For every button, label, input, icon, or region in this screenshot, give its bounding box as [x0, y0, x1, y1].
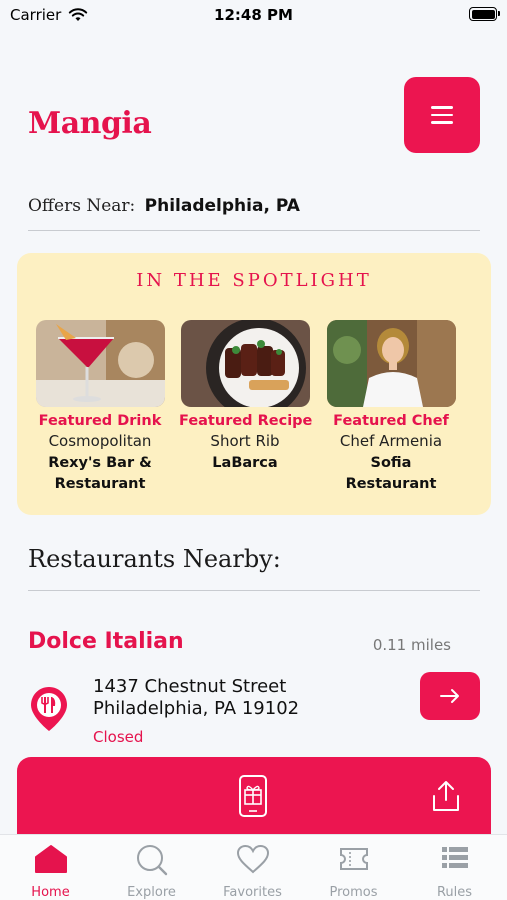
brand-logo: Mangia: [28, 106, 152, 141]
ticket-icon: [339, 848, 368, 870]
restaurant-name[interactable]: Dolce Italian: [28, 629, 184, 654]
address-line1: 1437 Chestnut Street: [93, 676, 287, 697]
home-icon: [34, 845, 67, 873]
hamburger-icon: [431, 106, 453, 109]
card-category: Featured Recipe: [179, 413, 313, 429]
card-name: Cosmopolitan: [48, 432, 152, 450]
tab-explore[interactable]: Explore: [101, 835, 202, 900]
status-bar: Carrier 12:48 PM: [0, 0, 507, 32]
card-place: Sofia Restaurant: [345, 455, 437, 492]
card-place: LaBarca: [212, 455, 278, 471]
gift-card-icon[interactable]: [238, 774, 268, 818]
share-icon[interactable]: [431, 780, 461, 812]
divider: [28, 590, 480, 591]
menu-button[interactable]: [404, 77, 480, 153]
arrow-right-icon: [440, 689, 459, 703]
tab-label: Home: [31, 885, 70, 900]
spotlight-panel: IN THE SPOTLIGHT Featured Drink Cosmopol…: [17, 253, 491, 515]
spotlight-card-recipe[interactable]: Featured Recipe Short Rib LaBarca: [179, 320, 313, 474]
clock: 12:48 PM: [214, 6, 293, 24]
spotlight-card-drink[interactable]: Featured Drink Cosmopolitan Rexy's Bar &…: [34, 320, 166, 495]
heart-icon: [236, 844, 269, 874]
restaurant-address: 1437 Chestnut Street Philadelphia, PA 19…: [93, 676, 299, 720]
card-category: Featured Drink: [38, 413, 162, 429]
tab-label: Promos: [329, 885, 378, 900]
spotlight-title: IN THE SPOTLIGHT: [136, 270, 372, 291]
card-name: Short Rib: [210, 432, 280, 450]
search-icon: [136, 845, 167, 876]
list-icon: [441, 847, 468, 868]
drink-image: [35, 320, 165, 407]
battery-icon: [469, 7, 500, 21]
tab-bar: Home Explore Favorites Promos Rules: [0, 834, 507, 900]
address-line2: Philadelphia, PA 19102: [93, 698, 300, 719]
restaurant-pin-icon: [31, 687, 67, 731]
divider: [28, 230, 480, 231]
card-name: Chef Armenia: [339, 432, 443, 450]
tab-label: Explore: [127, 885, 176, 900]
tab-favorites[interactable]: Favorites: [202, 835, 303, 900]
restaurant-go-button[interactable]: [420, 672, 480, 720]
restaurant-distance: 0.11 miles: [372, 636, 451, 654]
card-category: Featured Chef: [333, 413, 449, 429]
nearby-title: Restaurants Nearby:: [28, 545, 281, 573]
tab-rules[interactable]: Rules: [404, 835, 505, 900]
restaurant-status: Closed: [93, 728, 144, 746]
offers-label: Offers Near:: [28, 196, 136, 216]
offers-city: Philadelphia, PA: [144, 196, 300, 216]
tab-label: Rules: [436, 885, 473, 900]
tab-label: Favorites: [223, 885, 282, 900]
tab-home[interactable]: Home: [0, 835, 101, 900]
recipe-image: [180, 320, 310, 407]
offers-location[interactable]: Offers Near: Philadelphia, PA: [28, 196, 300, 216]
spotlight-card-chef[interactable]: Featured Chef Chef Armenia Sofia Restaur…: [325, 320, 457, 495]
tab-promos[interactable]: Promos: [303, 835, 404, 900]
card-place: Rexy's Bar & Restaurant: [48, 455, 152, 492]
chef-image: [326, 320, 456, 407]
